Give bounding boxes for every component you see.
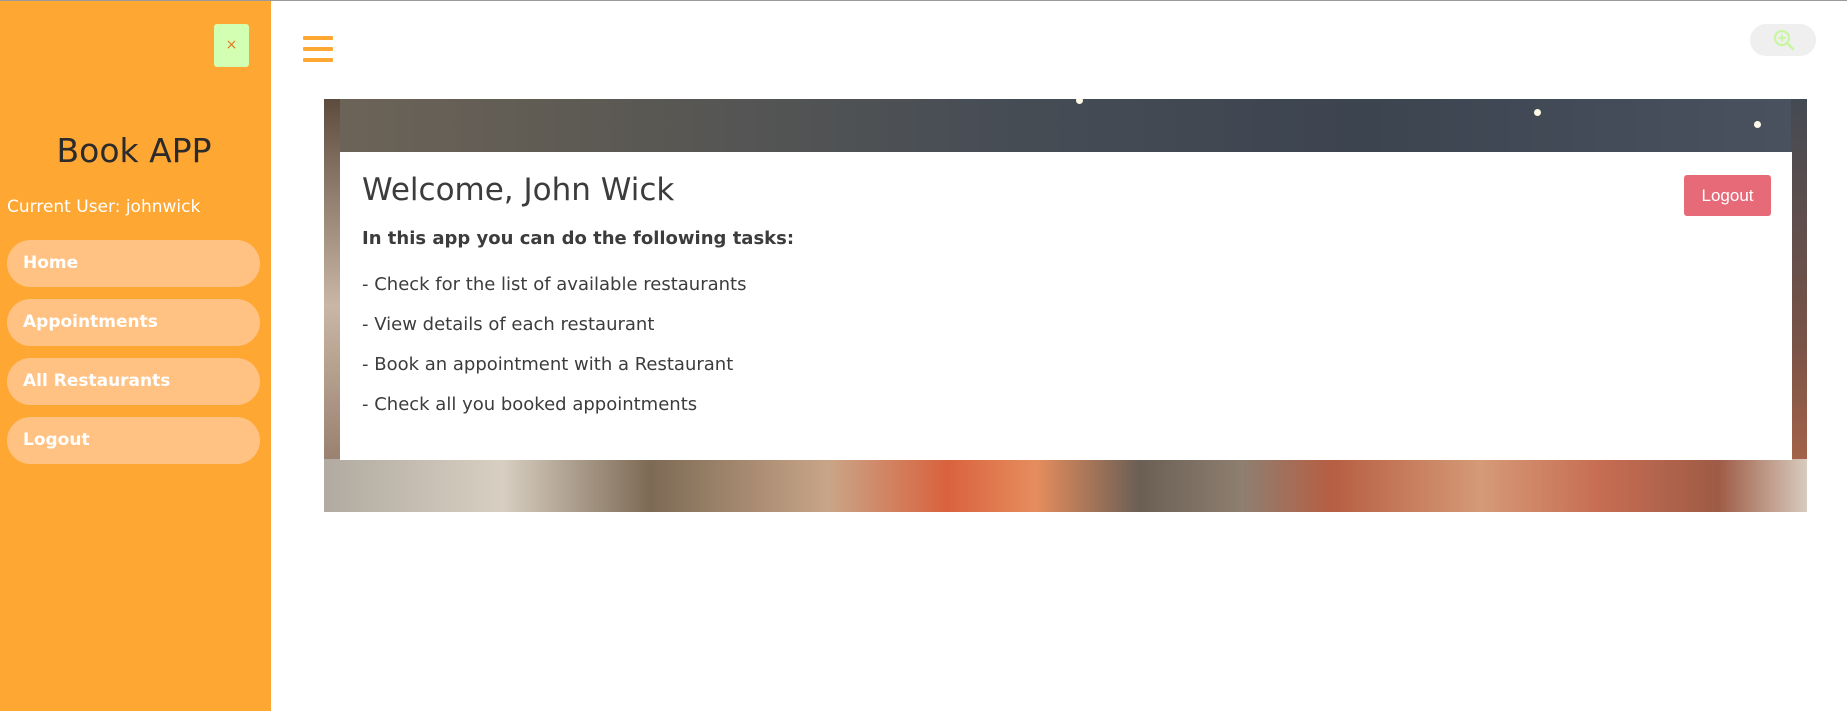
sidebar-item-appointments[interactable]: Appointments (7, 299, 260, 346)
welcome-heading: Welcome, John Wick (362, 172, 675, 208)
hamburger-icon[interactable] (303, 36, 333, 62)
sidebar-item-home[interactable]: Home (7, 240, 260, 287)
zoom-toggle[interactable] (1750, 24, 1816, 56)
sidebar-item-logout[interactable]: Logout (7, 417, 260, 464)
sidebar-item-all-restaurants[interactable]: All Restaurants (7, 358, 260, 405)
task-item: - View details of each restaurant (362, 314, 655, 335)
zoom-in-icon (1773, 29, 1795, 51)
close-sidebar-button[interactable]: × (214, 24, 249, 67)
welcome-card: Welcome, John Wick In this app you can d… (340, 152, 1792, 460)
tasks-heading: In this app you can do the following tas… (362, 228, 795, 249)
current-user-label: Current User: johnwick (7, 197, 201, 217)
task-item: - Book an appointment with a Restaurant (362, 354, 734, 375)
task-item: - Check all you booked appointments (362, 394, 698, 415)
task-item: - Check for the list of available restau… (362, 274, 747, 295)
logout-button[interactable]: Logout (1684, 175, 1771, 216)
sidebar: × Book APP Current User: johnwick Home A… (0, 1, 271, 711)
app-title: Book APP (56, 131, 212, 170)
